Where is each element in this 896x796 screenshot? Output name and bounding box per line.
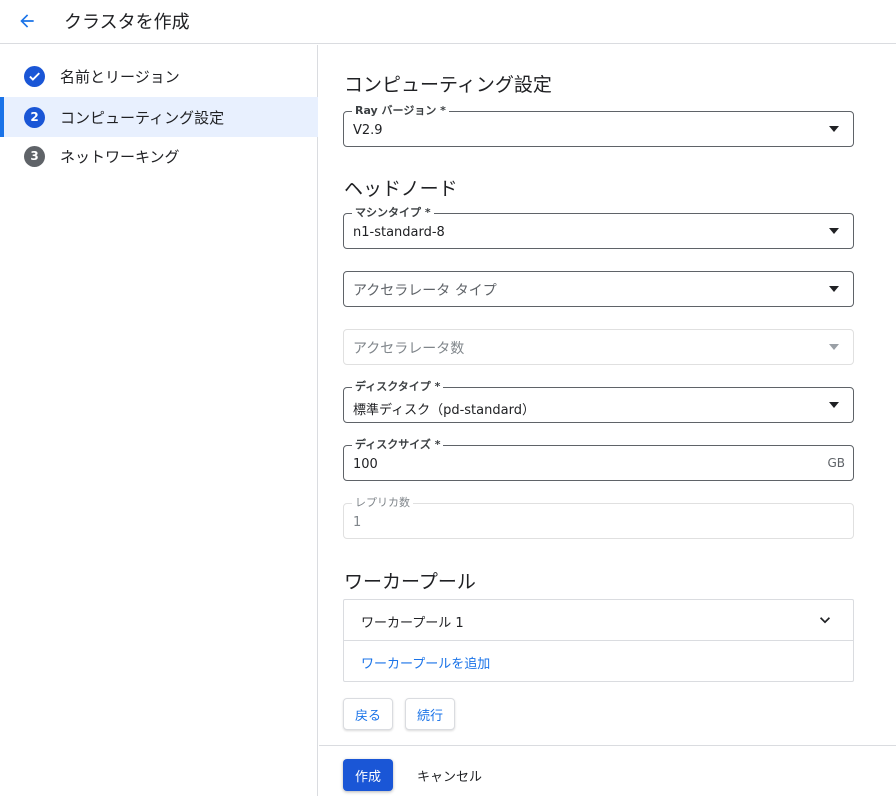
step-label: コンピューティング設定 — [60, 108, 225, 127]
field-placeholder: アクセラレータ数 — [353, 341, 465, 357]
page-title: クラスタを作成 — [64, 12, 190, 33]
worker-pool-name: ワーカープール 1 — [361, 616, 464, 631]
worker-pool-row[interactable]: ワーカープール 1 — [344, 600, 853, 641]
section-title-worker-pool: ワーカープール — [344, 571, 476, 593]
step-number-badge: 3 — [24, 145, 45, 167]
field-value: 標準ディスク（pd-standard） — [353, 403, 535, 418]
continue-button[interactable]: 続行 — [405, 698, 455, 730]
step-label: ネットワーキング — [60, 147, 180, 166]
dropdown-arrow-icon — [829, 126, 839, 132]
field-value: 100 — [353, 457, 378, 472]
disk-type-select[interactable]: ディスクタイプ * 標準ディスク（pd-standard） — [343, 380, 854, 423]
replica-count-input: レプリカ数 1 — [343, 496, 854, 539]
field-label: ディスクタイプ * — [352, 380, 444, 394]
step-compute-settings[interactable]: 2 コンピューティング設定 — [0, 97, 318, 137]
dropdown-arrow-icon — [829, 286, 839, 292]
accelerator-type-select[interactable]: アクセラレータ タイプ — [343, 271, 854, 307]
add-worker-pool-link[interactable]: ワーカープールを追加 — [361, 653, 490, 672]
step-networking[interactable]: 3 ネットワーキング — [0, 136, 318, 176]
field-value: 1 — [353, 515, 362, 530]
page-header: クラスタを作成 — [0, 0, 896, 44]
field-label: マシンタイプ * — [352, 206, 434, 220]
step-done-check-icon — [24, 65, 45, 87]
accelerator-count-select: アクセラレータ数 — [343, 329, 854, 365]
cancel-button[interactable]: キャンセル — [409, 759, 490, 791]
back-button[interactable] — [14, 8, 40, 34]
dropdown-arrow-icon — [829, 402, 839, 408]
field-value: V2.9 — [353, 123, 383, 138]
ray-version-select[interactable]: Ray バージョン * V2.9 — [343, 104, 854, 147]
field-value: n1-standard-8 — [353, 225, 445, 240]
unit-suffix: GB — [827, 456, 845, 470]
create-button[interactable]: 作成 — [343, 759, 393, 791]
step-name-region[interactable]: 名前とリージョン — [0, 56, 318, 96]
machine-type-select[interactable]: マシンタイプ * n1-standard-8 — [343, 206, 854, 249]
worker-pool-panel: ワーカープール 1 ワーカープールを追加 — [343, 599, 854, 682]
form-footer: 作成 キャンセル — [319, 745, 896, 796]
dropdown-arrow-icon — [829, 344, 839, 350]
section-title-head-node: ヘッドノード — [344, 178, 458, 200]
step-number-badge: 2 — [24, 106, 45, 128]
compute-settings-form: コンピューティング設定 Ray バージョン * V2.9 ヘッドノード マシンタ… — [319, 45, 896, 745]
stepper-sidebar: 名前とリージョン 2 コンピューティング設定 3 ネットワーキング — [0, 45, 318, 796]
section-title-compute: コンピューティング設定 — [344, 74, 552, 96]
field-label: Ray バージョン * — [352, 104, 449, 118]
field-label: ディスクサイズ * — [352, 438, 444, 452]
chevron-down-icon[interactable] — [815, 610, 835, 630]
field-placeholder: アクセラレータ タイプ — [353, 283, 497, 299]
step-label: 名前とリージョン — [60, 67, 180, 86]
back-step-button[interactable]: 戻る — [343, 698, 393, 730]
arrow-left-icon — [20, 14, 34, 28]
disk-size-input[interactable]: ディスクサイズ * 100 GB — [343, 438, 854, 481]
dropdown-arrow-icon — [829, 228, 839, 234]
field-label: レプリカ数 — [352, 496, 413, 510]
